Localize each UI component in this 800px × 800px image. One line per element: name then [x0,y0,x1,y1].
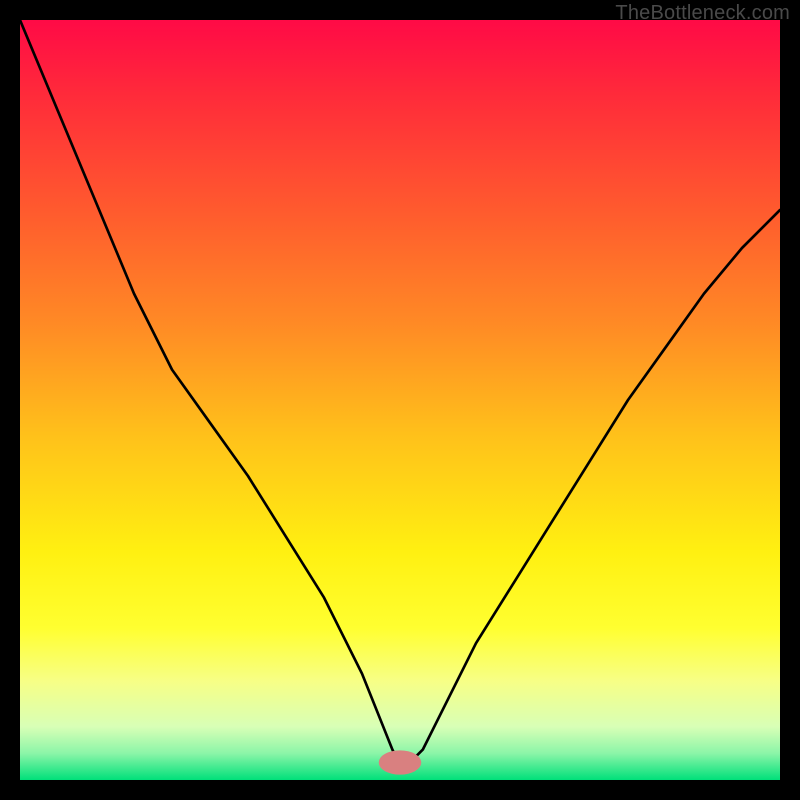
chart-frame: TheBottleneck.com [0,0,800,800]
chart-plot [20,20,780,780]
gradient-background [20,20,780,780]
optimum-marker [379,750,422,774]
